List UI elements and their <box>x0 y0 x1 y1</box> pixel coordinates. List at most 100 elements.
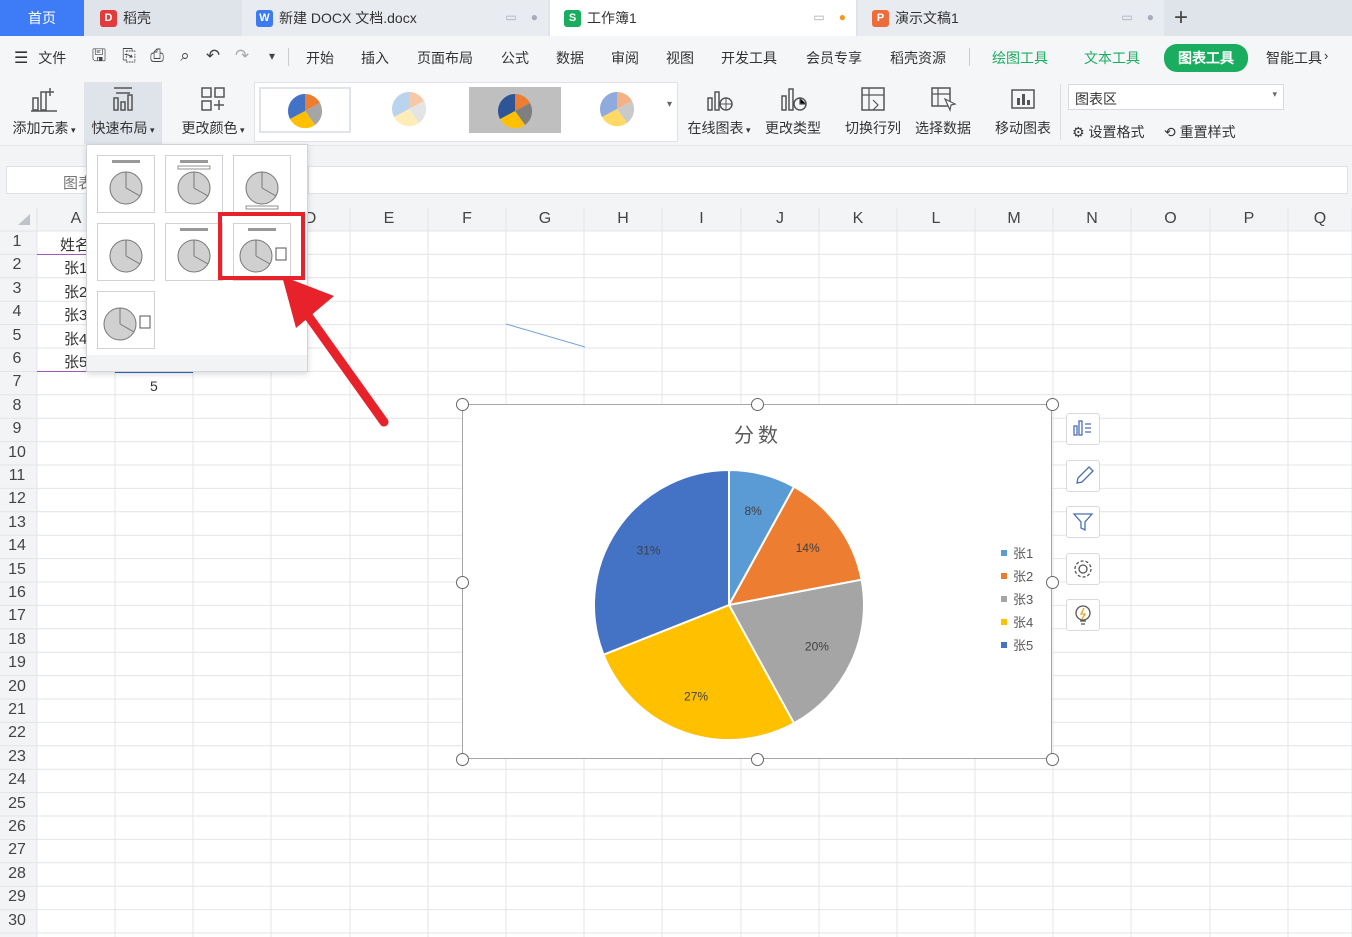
column-header-n[interactable]: N <box>1053 210 1131 228</box>
reset-style-button[interactable]: ⟲ 重置样式 <box>1164 122 1236 142</box>
row-header-29[interactable]: 29 <box>0 888 34 906</box>
column-header-k[interactable]: K <box>819 210 897 228</box>
layout-option-7[interactable] <box>97 291 155 349</box>
chart-style-4[interactable] <box>573 87 665 133</box>
column-header-f[interactable]: F <box>428 210 506 228</box>
save-icon[interactable]: 🖫 <box>89 46 109 66</box>
menu-chart-tools[interactable]: 图表工具 <box>1164 44 1248 72</box>
layout-option-3[interactable] <box>233 155 291 213</box>
column-header-e[interactable]: E <box>350 210 428 228</box>
select-data-button[interactable]: 选择数据 <box>912 84 974 138</box>
chart-style-3[interactable] <box>469 87 561 133</box>
move-chart-button[interactable]: 移动图表 <box>992 84 1054 138</box>
row-header-18[interactable]: 18 <box>0 631 34 649</box>
chart-settings-button[interactable] <box>1066 553 1100 585</box>
row-header-8[interactable]: 8 <box>0 397 34 415</box>
scroll-right-icon[interactable]: › <box>1324 48 1328 63</box>
resize-handle-6[interactable] <box>456 753 469 766</box>
tab-docer[interactable]: D 稻壳 <box>84 0 240 36</box>
chart-elements-button[interactable] <box>1066 413 1100 445</box>
legend-item-2[interactable]: 张2 <box>1001 564 1033 587</box>
new-tab-icon[interactable]: + <box>1174 4 1188 32</box>
add-element-button[interactable]: 添加元素 ▾ <box>8 84 80 138</box>
resize-handle-5[interactable] <box>1046 575 1059 589</box>
menu-formula[interactable]: 公式 <box>501 48 529 68</box>
change-type-button[interactable]: 更改类型 <box>762 84 824 138</box>
row-header-22[interactable]: 22 <box>0 724 34 742</box>
row-header-15[interactable]: 15 <box>0 561 34 579</box>
row-header-9[interactable]: 9 <box>0 420 34 438</box>
column-header-g[interactable]: G <box>506 210 584 228</box>
menu-text-tools[interactable]: 文本工具 <box>1084 48 1140 68</box>
menu-developer[interactable]: 开发工具 <box>721 48 777 68</box>
row-header-3[interactable]: 3 <box>0 280 34 298</box>
row-header-10[interactable]: 10 <box>0 444 34 462</box>
column-header-i[interactable]: I <box>662 210 741 228</box>
chart-style-2[interactable] <box>365 87 457 133</box>
change-color-button[interactable]: 更改颜色 ▾ <box>176 84 250 138</box>
row-header-17[interactable]: 17 <box>0 607 34 625</box>
menu-insert[interactable]: 插入 <box>361 48 389 68</box>
row-header-7[interactable]: 7 <box>0 373 34 391</box>
file-menu[interactable]: ☰ 文件 <box>14 48 66 68</box>
menu-data[interactable]: 数据 <box>556 48 584 68</box>
column-header-j[interactable]: J <box>741 210 819 228</box>
resize-handle-2[interactable] <box>751 398 764 411</box>
menu-page-layout[interactable]: 页面布局 <box>417 48 473 68</box>
chart-legend[interactable]: 张1 张2 张3 张4 张5 <box>1001 541 1033 656</box>
tab-ppt[interactable]: P 演示文稿1 ▭ ● <box>858 0 1164 36</box>
row-header-21[interactable]: 21 <box>0 701 34 719</box>
legend-item-1[interactable]: 张1 <box>1001 541 1033 564</box>
resize-handle-1[interactable] <box>456 398 469 411</box>
formula-input[interactable] <box>308 166 1348 194</box>
print-icon[interactable]: ⎙ <box>147 46 167 66</box>
quick-layout-button[interactable]: 快速布局 ▾ <box>84 82 162 144</box>
column-header-q[interactable]: Q <box>1288 210 1352 228</box>
column-header-p[interactable]: P <box>1210 210 1288 228</box>
resize-handle-8[interactable] <box>1046 753 1059 766</box>
undo-icon[interactable]: ↶ <box>203 46 223 66</box>
chart-object[interactable]: 8% 14% 20% 27% 31% 分数 张1 张2 张3 张4 张5 <box>462 404 1052 759</box>
row-header-23[interactable]: 23 <box>0 748 34 766</box>
legend-item-3[interactable]: 张3 <box>1001 587 1033 610</box>
print-preview-icon[interactable]: ⌕ <box>175 46 195 66</box>
row-header-28[interactable]: 28 <box>0 865 34 883</box>
chart-filter-button[interactable] <box>1066 506 1100 538</box>
legend-item-5[interactable]: 张5 <box>1001 633 1033 656</box>
menu-view[interactable]: 视图 <box>666 48 694 68</box>
chart-title[interactable]: 分数 <box>463 419 1053 448</box>
row-header-25[interactable]: 25 <box>0 795 34 813</box>
gallery-scroll-icon[interactable]: ▾ <box>667 99 672 110</box>
column-header-l[interactable]: L <box>897 210 975 228</box>
menu-review[interactable]: 审阅 <box>611 48 639 68</box>
row-header-11[interactable]: 11 <box>0 467 34 485</box>
row-header-19[interactable]: 19 <box>0 654 34 672</box>
online-chart-button[interactable]: 在线图表 ▾ <box>684 84 754 138</box>
row-header-1[interactable]: 1 <box>0 233 34 251</box>
row-header-26[interactable]: 26 <box>0 818 34 836</box>
menu-home[interactable]: 开始 <box>306 48 334 68</box>
chart-style-1[interactable] <box>259 87 351 133</box>
tab-home[interactable]: 首页 <box>0 0 84 36</box>
column-header-h[interactable]: H <box>584 210 662 228</box>
layout-option-1[interactable] <box>97 155 155 213</box>
row-header-12[interactable]: 12 <box>0 490 34 508</box>
row-header-4[interactable]: 4 <box>0 303 34 321</box>
row-header-5[interactable]: 5 <box>0 327 34 345</box>
resize-handle-7[interactable] <box>751 753 764 766</box>
row-header-6[interactable]: 6 <box>0 350 34 368</box>
row-header-27[interactable]: 27 <box>0 841 34 859</box>
export-icon[interactable]: ⎘ <box>119 46 139 66</box>
column-header-o[interactable]: O <box>1131 210 1210 228</box>
chart-style-button[interactable] <box>1066 460 1100 492</box>
row-header-16[interactable]: 16 <box>0 584 34 602</box>
resize-handle-3[interactable] <box>1046 398 1059 411</box>
menu-smart-tools[interactable]: 智能工具 <box>1266 48 1322 68</box>
resize-handle-4[interactable] <box>456 575 469 589</box>
row-header-2[interactable]: 2 <box>0 256 34 274</box>
cell-b7[interactable]: 5 <box>150 378 158 394</box>
menu-docer-resources[interactable]: 稻壳资源 <box>890 48 946 68</box>
layout-option-2[interactable] <box>165 155 223 213</box>
quick-access-more-icon[interactable]: ▾ <box>262 46 282 66</box>
column-header-m[interactable]: M <box>975 210 1053 228</box>
